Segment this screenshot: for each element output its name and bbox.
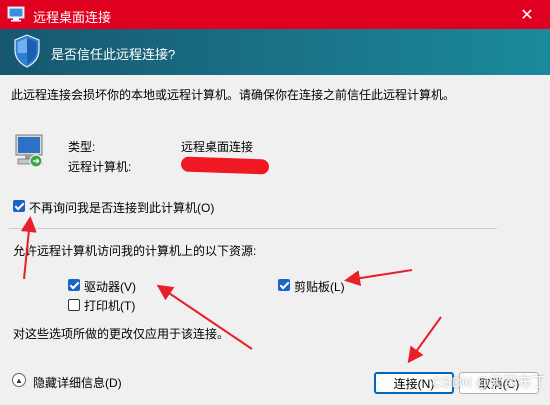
clipboard-label[interactable]: 剪贴板(L) (294, 278, 345, 295)
drives-checkbox[interactable] (68, 279, 80, 291)
close-icon: ✕ (520, 6, 534, 24)
type-label: 类型: (68, 140, 96, 154)
remote-computer-label: 远程计算机: (68, 160, 132, 174)
collapse-details-icon[interactable]: ▲ (12, 373, 26, 387)
clipboard-checkbox[interactable] (278, 279, 290, 291)
shield-icon (14, 34, 40, 68)
close-button[interactable]: ✕ (504, 0, 550, 29)
title-bar: 远程桌面连接 ✕ (0, 0, 550, 29)
security-banner: 是否信任此远程连接? (0, 29, 550, 75)
dont-ask-checkbox[interactable] (13, 200, 25, 212)
dialog-body: 此远程连接会损坏你的本地或远程计算机。请确保你在连接之前信任此远程计算机。 类型… (0, 75, 550, 405)
dont-ask-label[interactable]: 不再询问我是否连接到此计算机(O) (29, 199, 214, 216)
redaction-mark (180, 156, 270, 175)
window-title: 远程桌面连接 (33, 10, 112, 25)
printers-label[interactable]: 打印机(T) (84, 297, 135, 314)
type-value: 远程桌面连接 (181, 140, 254, 154)
banner-heading: 是否信任此远程连接? (51, 47, 176, 62)
section-divider (9, 228, 497, 229)
computer-icon (15, 134, 43, 168)
remote-desktop-icon (7, 6, 25, 22)
watermark: CSDN @笑笑布丁 (432, 374, 546, 390)
resources-heading: 允许远程计算机访问我的计算机上的以下资源: (13, 244, 257, 258)
warning-message: 此远程连接会损坏你的本地或远程计算机。请确保你在连接之前信任此远程计算机。 (11, 88, 456, 102)
printers-checkbox[interactable] (68, 299, 80, 311)
options-note: 对这些选项所做的更改仅应用于该连接。 (13, 327, 230, 341)
drives-label[interactable]: 驱动器(V) (84, 278, 136, 295)
details-toggle-label[interactable]: 隐藏详细信息(D) (33, 374, 122, 391)
